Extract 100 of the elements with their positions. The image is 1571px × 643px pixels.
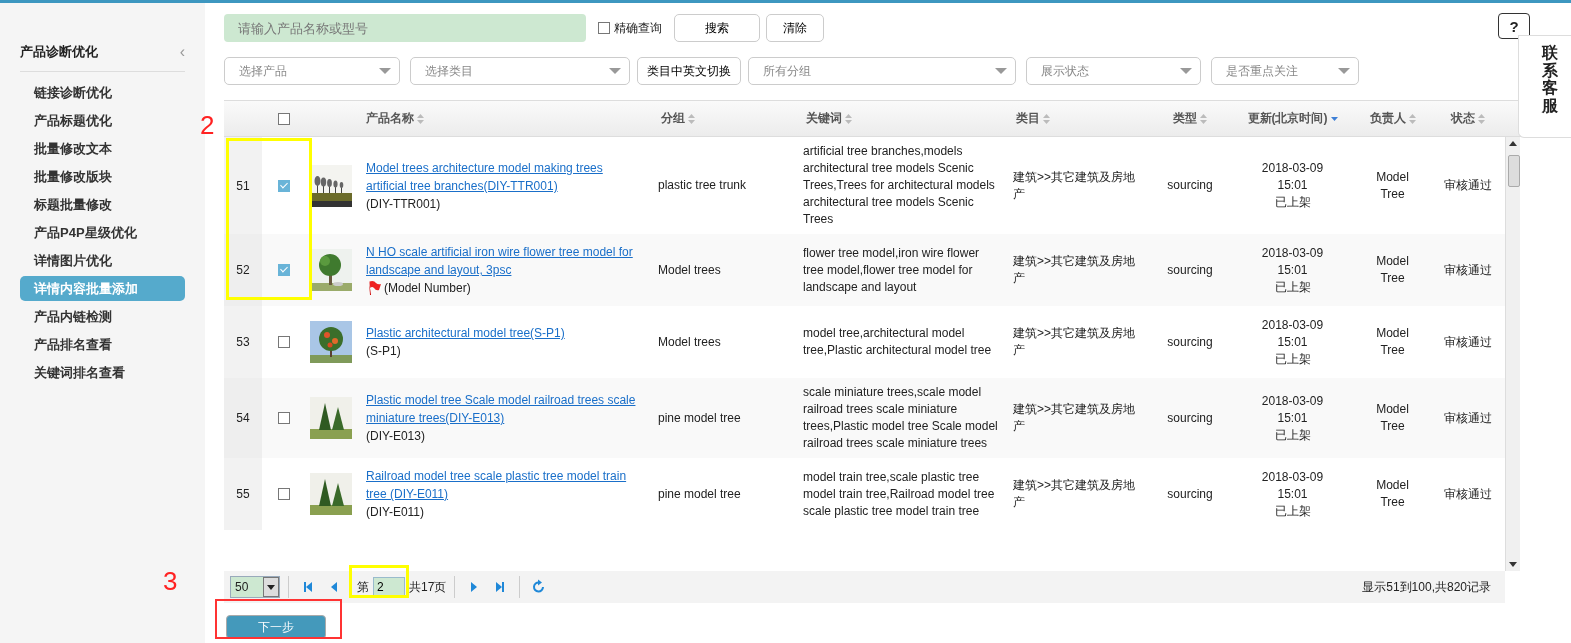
page-total: 共17页 xyxy=(409,578,447,596)
sidebar-item[interactable]: 产品内链检测 xyxy=(20,304,185,329)
row-checkbox[interactable] xyxy=(277,179,290,192)
table-cell-text: sourcing xyxy=(1166,333,1214,351)
table-cell-text: 2018-03-09 xyxy=(1260,244,1325,262)
table-cell-text: model train tree,scale plastic tree model train tree,Railroad model tree scale plastic tree model train tree xyxy=(802,468,996,520)
scroll-thumb[interactable] xyxy=(1508,155,1520,187)
column-header[interactable]: 更新(北京时间) xyxy=(1247,110,1328,127)
scrollbar[interactable] xyxy=(1505,137,1520,571)
table-cell-text: 审核通过 xyxy=(1442,485,1493,503)
table-cell-text: 审核通过 xyxy=(1442,409,1493,427)
row-checkbox[interactable] xyxy=(277,264,290,276)
sidebar-item[interactable]: 产品排名查看 xyxy=(20,332,185,357)
annotation-number: 2 xyxy=(200,110,215,141)
sort-icon[interactable] xyxy=(1408,113,1416,124)
column-header[interactable]: 类型 xyxy=(1173,110,1197,127)
table-cell-text: plastic tree trunk xyxy=(657,177,748,194)
table-cell-text: 15:01 xyxy=(1276,177,1309,194)
table-cell-text: pine model tree xyxy=(657,409,742,427)
table-cell-text: 2018-03-09 xyxy=(1260,316,1325,334)
filter-dropdown[interactable]: 选择产品 xyxy=(224,57,400,85)
table-cell-text: pine model tree xyxy=(657,485,742,503)
clear-button[interactable]: 清除 xyxy=(766,14,824,42)
table-cell-text: 已上架 xyxy=(1273,426,1312,444)
product-link[interactable]: Plastic model tree Scale model railroad trees scale miniature trees(DIY-E013) xyxy=(366,391,645,427)
row-checkbox[interactable] xyxy=(277,412,290,424)
table-cell-text: 2018-03-09 xyxy=(1260,468,1325,486)
scroll-down-icon[interactable] xyxy=(1509,562,1517,567)
column-header[interactable]: 类目 xyxy=(1016,110,1040,127)
sidebar-item[interactable]: 标题批量修改 xyxy=(20,192,185,217)
table-cell-text: 已上架 xyxy=(1273,350,1312,368)
page-number-field[interactable]: 2 xyxy=(373,577,405,597)
model-number: (Model Number) xyxy=(384,280,471,297)
toggle-button[interactable]: 类目中英文切换 xyxy=(637,57,741,85)
column-header[interactable]: 关键词 xyxy=(806,110,842,127)
sort-icon[interactable] xyxy=(417,113,424,124)
highlight-box xyxy=(349,565,409,598)
model-number: (DIY-E013) xyxy=(366,428,425,445)
column-header[interactable]: 状态 xyxy=(1450,110,1475,127)
table-cell-text: 2018-03-09 xyxy=(1260,160,1325,177)
column-header[interactable]: 分组 xyxy=(661,110,685,127)
sidebar-item[interactable]: 批量修改版块 xyxy=(20,164,185,189)
table-cell-text: Model Tree xyxy=(1375,325,1410,359)
table-cell-text: 建筑>>其它建筑及房地产 xyxy=(1012,168,1136,203)
table-cell-text: 已上架 xyxy=(1273,502,1312,520)
table-cell-text: 建筑>>其它建筑及房地产 xyxy=(1012,401,1136,435)
table-cell-text: Model Tree xyxy=(1375,253,1410,287)
table-cell-text: 15:01 xyxy=(1276,261,1309,279)
sidebar-item[interactable]: 关键词排名查看 xyxy=(20,360,185,385)
column-header[interactable]: 负责人 xyxy=(1369,110,1406,127)
help-button[interactable]: ? xyxy=(1498,13,1530,39)
select-all-checkbox[interactable] xyxy=(277,112,290,125)
table-cell-text: flower tree model,iron wire flower tree model,flower tree model for landscape and layout xyxy=(802,244,981,296)
record-summary: 显示51到100,共820记录 xyxy=(1362,578,1491,596)
sidebar-item[interactable]: 产品P4P星级优化 xyxy=(20,220,185,245)
table-cell-text: sourcing xyxy=(1166,261,1214,279)
filter-dropdown[interactable]: 是否重点关注 xyxy=(1211,57,1359,85)
sort-icon[interactable] xyxy=(1477,113,1485,124)
table-cell-text: 已上架 xyxy=(1273,194,1312,211)
sidebar-item[interactable]: 产品标题优化 xyxy=(20,108,185,133)
sort-icon[interactable] xyxy=(845,113,852,124)
row-number: 53 xyxy=(224,306,262,378)
sort-icon[interactable] xyxy=(1200,113,1207,124)
table-cell-text: 建筑>>其它建筑及房地产 xyxy=(1012,325,1136,359)
product-link[interactable]: Railroad model tree scale plastic tree model train tree (DIY-E011) xyxy=(366,467,645,503)
table-cell-text: 15:01 xyxy=(1276,409,1309,427)
contact-service-tab[interactable]: 联系客服 xyxy=(1518,35,1571,138)
filter-dropdown[interactable]: 展示状态 xyxy=(1026,57,1201,85)
row-checkbox[interactable] xyxy=(277,336,290,348)
filter-dropdown[interactable]: 选择类目 xyxy=(410,57,630,85)
column-header[interactable]: 产品名称 xyxy=(366,110,414,127)
table-cell-text: Model trees xyxy=(657,333,722,351)
model-number: (DIY-E011) xyxy=(366,504,425,521)
filter-dropdown[interactable]: 所有分组 xyxy=(748,57,1016,85)
product-link[interactable]: Model trees architecture model making trees artificial tree branches(DIY-TTR001) xyxy=(366,158,645,195)
checkbox-label: 精确查询 xyxy=(614,19,662,37)
product-link[interactable]: Plastic architectural model tree(S-P1) xyxy=(366,324,645,342)
sidebar-item[interactable]: 链接诊断优化 xyxy=(20,80,185,105)
table-cell-text: sourcing xyxy=(1166,177,1214,194)
model-number: (DIY-TTR001) xyxy=(366,195,441,213)
row-checkbox[interactable] xyxy=(277,488,290,500)
sidebar-item[interactable]: 详情图片优化 xyxy=(20,248,185,273)
sort-icon[interactable] xyxy=(1043,113,1050,124)
search-field[interactable]: 请输入产品名称或型号 xyxy=(224,14,586,42)
table-cell-text: 建筑>>其它建筑及房地产 xyxy=(1012,253,1136,287)
table-cell-text: Model trees xyxy=(657,261,722,279)
product-link[interactable]: N HO scale artificial iron wire flower tree model for landscape and layout, 3psc xyxy=(366,243,645,279)
table-cell-text: 已上架 xyxy=(1273,278,1312,296)
table-cell-text: 审核通过 xyxy=(1442,333,1493,351)
table-cell-text: sourcing xyxy=(1166,409,1214,427)
row-number: 54 xyxy=(224,378,262,458)
table-cell-text: Model Tree xyxy=(1375,477,1410,511)
search-button[interactable]: 搜索 xyxy=(674,14,760,42)
table-cell-text: 建筑>>其它建筑及房地产 xyxy=(1012,477,1136,511)
checkbox[interactable] xyxy=(598,22,610,34)
sort-icon[interactable] xyxy=(688,113,695,124)
page-size-select[interactable]: 50 xyxy=(230,576,280,598)
table-cell-text: scale miniature trees,scale model railroad trees scale miniature trees,Plastic model tree Scale model railroad trees scale miniature trees xyxy=(802,384,999,452)
scroll-up-icon[interactable] xyxy=(1509,141,1517,146)
sidebar-item[interactable]: 批量修改文本 xyxy=(20,136,185,161)
